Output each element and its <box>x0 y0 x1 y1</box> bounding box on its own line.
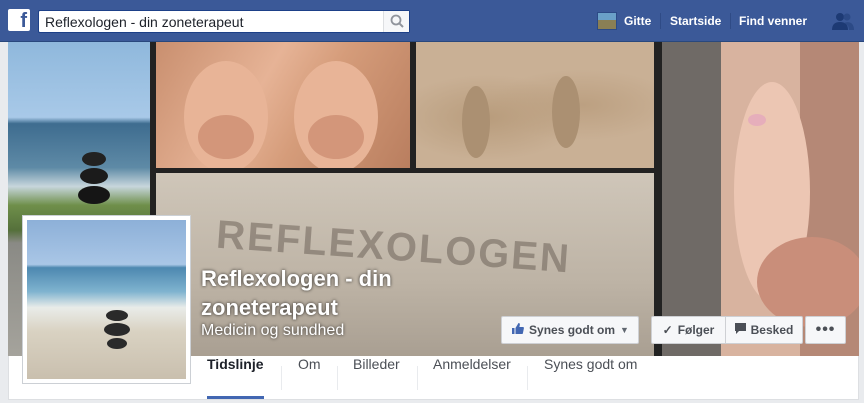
profile-picture[interactable] <box>22 215 191 384</box>
top-navigation-bar: f Gitte Startside Find venner <box>0 0 864 42</box>
cover-collage-footprints <box>416 42 654 168</box>
feet-soles-image <box>184 61 378 168</box>
thumbs-up-icon <box>511 322 524 338</box>
search-button[interactable] <box>383 11 409 32</box>
tab-photos[interactable]: Billeder <box>353 356 400 399</box>
nav-divider <box>730 13 731 29</box>
avatar <box>597 12 617 30</box>
page-title: Reflexologen - din zoneterapeut <box>201 266 392 320</box>
find-friends-link[interactable]: Find venner <box>739 0 807 42</box>
more-dots-icon: ••• <box>815 321 836 338</box>
home-label: Startside <box>670 14 722 28</box>
stacked-stones-image <box>103 310 131 360</box>
speech-bubble-icon <box>734 323 746 337</box>
cover-collage-foot-treatment <box>662 42 859 356</box>
friend-requests-icon[interactable] <box>832 12 854 30</box>
cover-collage-foot-massage <box>156 42 410 168</box>
message-button[interactable]: Besked <box>725 316 803 344</box>
search-box[interactable] <box>38 10 410 33</box>
profile-photo-beach-stones <box>27 220 186 379</box>
stacked-stones-image <box>78 152 110 214</box>
search-icon <box>390 14 404 28</box>
profile-name: Gitte <box>624 14 652 28</box>
like-page-button[interactable]: Synes godt om ▼ <box>501 316 639 344</box>
message-button-label: Besked <box>750 323 794 337</box>
tab-divider <box>337 366 338 390</box>
follow-button[interactable]: ✓ Følger <box>651 316 726 344</box>
tab-divider <box>527 366 528 390</box>
like-button-label: Synes godt om <box>529 323 616 337</box>
tab-reviews[interactable]: Anmeldelser <box>433 356 511 399</box>
home-link[interactable]: Startside <box>670 0 721 42</box>
checkmark-icon: ✓ <box>662 323 673 337</box>
tab-divider <box>281 366 282 390</box>
tab-likes[interactable]: Synes godt om <box>544 356 637 399</box>
foot-treatment-image <box>734 82 859 327</box>
search-input[interactable] <box>39 11 379 32</box>
chevron-down-icon: ▼ <box>620 325 629 335</box>
page-category: Medicin og sundhed <box>201 322 345 339</box>
follow-button-label: Følger <box>677 323 715 337</box>
tab-about[interactable]: Om <box>298 356 321 399</box>
more-options-button[interactable]: ••• <box>805 316 846 344</box>
tab-timeline[interactable]: Tidslinje <box>207 356 264 399</box>
facebook-logo-icon[interactable]: f <box>8 9 30 31</box>
find-friends-label: Find venner <box>739 14 808 28</box>
footprints-image <box>462 76 580 158</box>
profile-link[interactable]: Gitte <box>597 0 651 42</box>
nav-divider <box>660 13 661 29</box>
tab-divider <box>417 366 418 390</box>
